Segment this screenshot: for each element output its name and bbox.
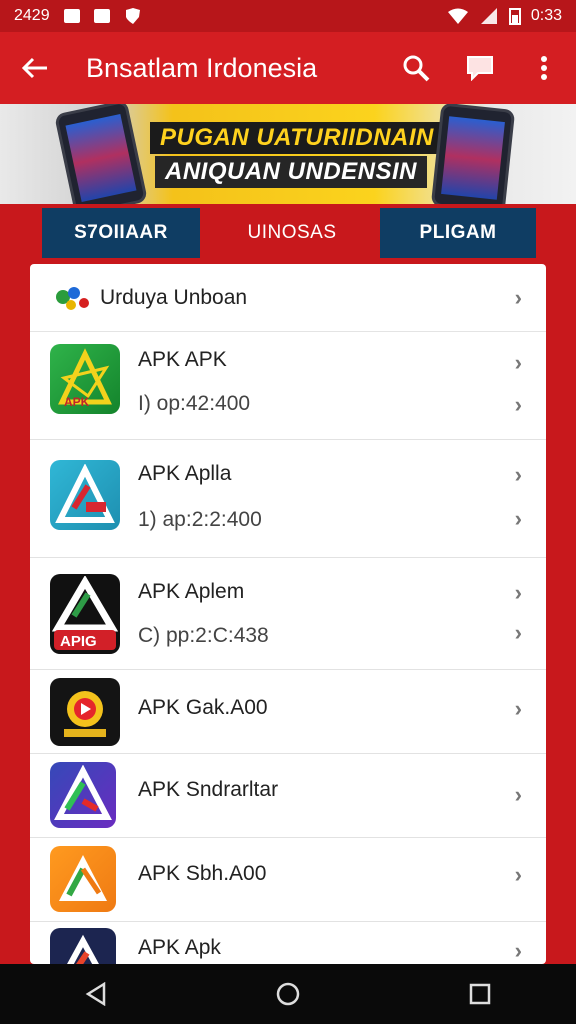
list-item[interactable]: APK Apk › bbox=[30, 922, 546, 964]
app-name: APK Aplem bbox=[138, 580, 245, 603]
app-icon-gak bbox=[50, 678, 120, 746]
search-icon bbox=[403, 55, 430, 82]
list-item[interactable]: APK Gak.A00 › bbox=[30, 670, 546, 754]
tab-uinosas[interactable]: UINOSAS bbox=[214, 208, 370, 258]
app-name: APK Sndrarltar bbox=[138, 778, 279, 801]
app-list-card: Urduya Unboan › APK APK APK I) op:42:400… bbox=[30, 264, 546, 964]
list-item[interactable]: APK Sbh.A00 › bbox=[30, 838, 546, 922]
back-button[interactable] bbox=[0, 32, 70, 104]
triangle-back-icon bbox=[85, 982, 106, 1006]
list-item[interactable]: APIG APK Aplem C) pp:2:C:438 › › bbox=[30, 558, 546, 670]
list-item[interactable]: APK APK APK I) op:42:400 › › bbox=[30, 332, 546, 440]
notification-icon bbox=[63, 9, 80, 23]
message-icon bbox=[467, 56, 493, 81]
tab-storage[interactable]: S7OIIAAR bbox=[42, 208, 200, 258]
nav-back-button[interactable] bbox=[66, 964, 126, 1024]
message-button[interactable] bbox=[448, 32, 512, 104]
list-item[interactable]: APK Sndrarltar › bbox=[30, 754, 546, 838]
chevron-right-icon: › bbox=[514, 392, 522, 417]
app-icon-apk: APK bbox=[50, 344, 120, 414]
chevron-right-icon: › bbox=[514, 506, 522, 531]
status-clock: 0:33 bbox=[530, 7, 562, 24]
chevron-right-icon: › bbox=[514, 462, 522, 487]
chevron-right-icon: › bbox=[514, 620, 522, 645]
search-button[interactable] bbox=[384, 32, 448, 104]
signal-icon bbox=[480, 8, 497, 24]
system-nav-bar bbox=[0, 964, 576, 1024]
chevron-right-icon: › bbox=[514, 350, 522, 375]
media-icon bbox=[93, 9, 110, 23]
app-bar: Bnsatlam Irdonesia bbox=[0, 32, 576, 104]
arrow-left-icon bbox=[22, 57, 47, 79]
app-icon-aplla bbox=[50, 460, 120, 530]
app-meta: 1) ap:2:2:400 bbox=[138, 508, 262, 531]
promo-banner[interactable]: PUGAN UATURIIDNAIN ANIQUAN UNDENSIN bbox=[0, 104, 576, 204]
page-title: Bnsatlam Irdonesia bbox=[86, 52, 318, 83]
app-name: APK Gak.A00 bbox=[138, 696, 268, 719]
section-header[interactable]: Urduya Unboan › bbox=[30, 264, 546, 332]
app-icon-sbh bbox=[50, 846, 116, 912]
chevron-right-icon: › bbox=[514, 862, 522, 887]
tab-pligam[interactable]: PLIGAM bbox=[380, 208, 536, 258]
app-icon-label: APIG bbox=[60, 633, 97, 650]
status-bar: 2429 0:33 bbox=[0, 0, 576, 32]
chevron-right-icon: › bbox=[514, 696, 522, 721]
banner-headline: PUGAN UATURIIDNAIN bbox=[150, 122, 444, 154]
square-recent-icon bbox=[469, 983, 491, 1005]
app-name: APK APK bbox=[138, 348, 227, 371]
app-name: APK Aplla bbox=[138, 462, 232, 485]
app-icon-sndrarltar bbox=[50, 762, 116, 828]
phone-image-right bbox=[430, 104, 516, 204]
list-item[interactable]: APK Aplla 1) ap:2:2:400 › › bbox=[30, 440, 546, 558]
wifi-icon bbox=[447, 8, 468, 24]
status-right: 0:33 bbox=[447, 7, 562, 25]
app-name: APK Apk bbox=[138, 936, 221, 959]
battery-icon bbox=[508, 8, 521, 25]
more-options-button[interactable] bbox=[512, 32, 576, 104]
shield-icon bbox=[125, 8, 140, 24]
nav-recent-button[interactable] bbox=[450, 964, 510, 1024]
app-meta: C) pp:2:C:438 bbox=[138, 624, 269, 647]
tab-bar: S7OIIAAR UINOSAS PLIGAM bbox=[0, 204, 576, 262]
app-name: APK Sbh.A00 bbox=[138, 862, 267, 885]
banner-subline: ANIQUAN UNDENSIN bbox=[155, 156, 428, 188]
app-icon-apk-apk bbox=[50, 928, 116, 964]
chevron-right-icon: › bbox=[514, 938, 522, 963]
app-icon-aplem: APIG bbox=[50, 574, 120, 654]
chevron-right-icon: › bbox=[514, 284, 522, 310]
status-left-time: 2429 bbox=[14, 7, 50, 24]
app-icon-label: APK bbox=[64, 395, 90, 409]
chevron-right-icon: › bbox=[514, 782, 522, 807]
circle-home-icon bbox=[276, 982, 300, 1006]
status-left: 2429 bbox=[14, 7, 142, 25]
category-logo-icon bbox=[56, 286, 89, 310]
chevron-right-icon: › bbox=[514, 580, 522, 605]
section-title: Urduya Unboan bbox=[100, 285, 248, 309]
more-vert-icon bbox=[541, 56, 547, 80]
phone-image-left bbox=[53, 104, 149, 204]
app-meta: I) op:42:400 bbox=[138, 392, 251, 415]
nav-home-button[interactable] bbox=[258, 964, 318, 1024]
